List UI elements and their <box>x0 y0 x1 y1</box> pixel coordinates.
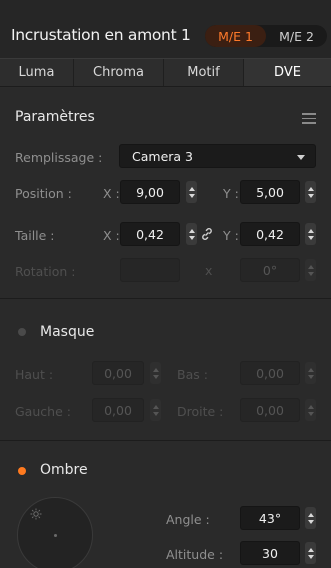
mask-top-field: 0,00 <box>92 361 144 385</box>
mask-left-stepper <box>150 399 161 421</box>
panel-header: Incrustation en amont 1 M/E 1 M/E 2 <box>0 0 331 58</box>
position-y-label: Y : <box>223 186 239 201</box>
rotation-value-field: 0° <box>240 258 300 282</box>
mask-right-field: 0,00 <box>240 398 300 422</box>
tab-luma[interactable]: Luma <box>0 59 74 86</box>
mask-bottom-field: 0,00 <box>240 361 300 385</box>
fill-source-select[interactable]: Camera 3 <box>119 144 316 168</box>
position-y-field[interactable]: 5,00 <box>240 180 300 204</box>
ombre-toggle-indicator[interactable] <box>18 467 26 475</box>
position-x-field[interactable]: 9,00 <box>120 180 180 204</box>
rotation-stepper <box>305 259 316 281</box>
fill-source-value: Camera 3 <box>132 148 193 164</box>
mask-top-stepper <box>150 362 161 384</box>
mask-top-label: Haut : <box>15 367 54 382</box>
angle-label: Angle : <box>166 512 210 527</box>
tab-dve[interactable]: DVE <box>244 59 331 86</box>
ombre-title: Ombre <box>40 462 88 478</box>
size-y-label: Y : <box>223 228 239 243</box>
fill-label: Remplissage : <box>15 150 103 165</box>
altitude-label: Altitude : <box>166 547 224 562</box>
tab-motif[interactable]: Motif <box>164 59 244 86</box>
size-x-label: X : <box>103 228 120 243</box>
altitude-stepper[interactable] <box>305 542 316 564</box>
size-x-field[interactable]: 0,42 <box>120 222 180 246</box>
size-x-stepper[interactable] <box>186 223 197 245</box>
key-type-tabs: Luma Chroma Motif DVE <box>0 58 331 87</box>
sun-icon <box>30 508 42 520</box>
light-source-dial[interactable] <box>17 497 93 568</box>
parametres-section: Paramètres Remplissage : Camera 3 Positi… <box>0 88 331 298</box>
rotation-x-label: x <box>205 263 213 278</box>
rotation-label: Rotation : <box>15 264 76 279</box>
position-x-label: X : <box>103 186 120 201</box>
masque-section: Masque Haut : 0,00 Bas : 0,00 Gauche : 0… <box>0 299 331 440</box>
size-y-field[interactable]: 0,42 <box>240 222 300 246</box>
masque-title: Masque <box>40 324 95 340</box>
ombre-section: Ombre Angle : 43° Altitude : 30 <box>0 441 331 568</box>
me1-button[interactable]: M/E 1 <box>205 25 266 47</box>
chevron-down-icon <box>297 155 305 160</box>
angle-stepper[interactable] <box>305 507 316 529</box>
parametres-title: Paramètres <box>15 109 95 125</box>
link-icon[interactable] <box>200 227 214 241</box>
mask-left-field: 0,00 <box>92 398 144 422</box>
position-y-stepper[interactable] <box>305 181 316 203</box>
angle-field[interactable]: 43° <box>240 506 300 530</box>
menu-icon[interactable] <box>302 113 316 124</box>
size-label: Taille : <box>15 228 55 243</box>
position-label: Position : <box>15 186 72 201</box>
altitude-field[interactable]: 30 <box>240 541 300 565</box>
mask-right-label: Droite : <box>177 404 224 419</box>
position-x-stepper[interactable] <box>186 181 197 203</box>
mask-left-label: Gauche : <box>15 404 71 419</box>
rotation-field <box>120 258 180 282</box>
mask-bottom-stepper <box>305 362 316 384</box>
mask-right-stepper <box>305 399 316 421</box>
me2-button[interactable]: M/E 2 <box>266 25 327 47</box>
mask-bottom-label: Bas : <box>177 367 208 382</box>
size-y-stepper[interactable] <box>305 223 316 245</box>
dial-center-dot <box>54 534 57 537</box>
tab-chroma[interactable]: Chroma <box>74 59 164 86</box>
me-selector: M/E 1 M/E 2 <box>205 25 327 47</box>
masque-toggle-indicator[interactable] <box>18 328 26 336</box>
panel-title: Incrustation en amont 1 <box>11 26 191 44</box>
